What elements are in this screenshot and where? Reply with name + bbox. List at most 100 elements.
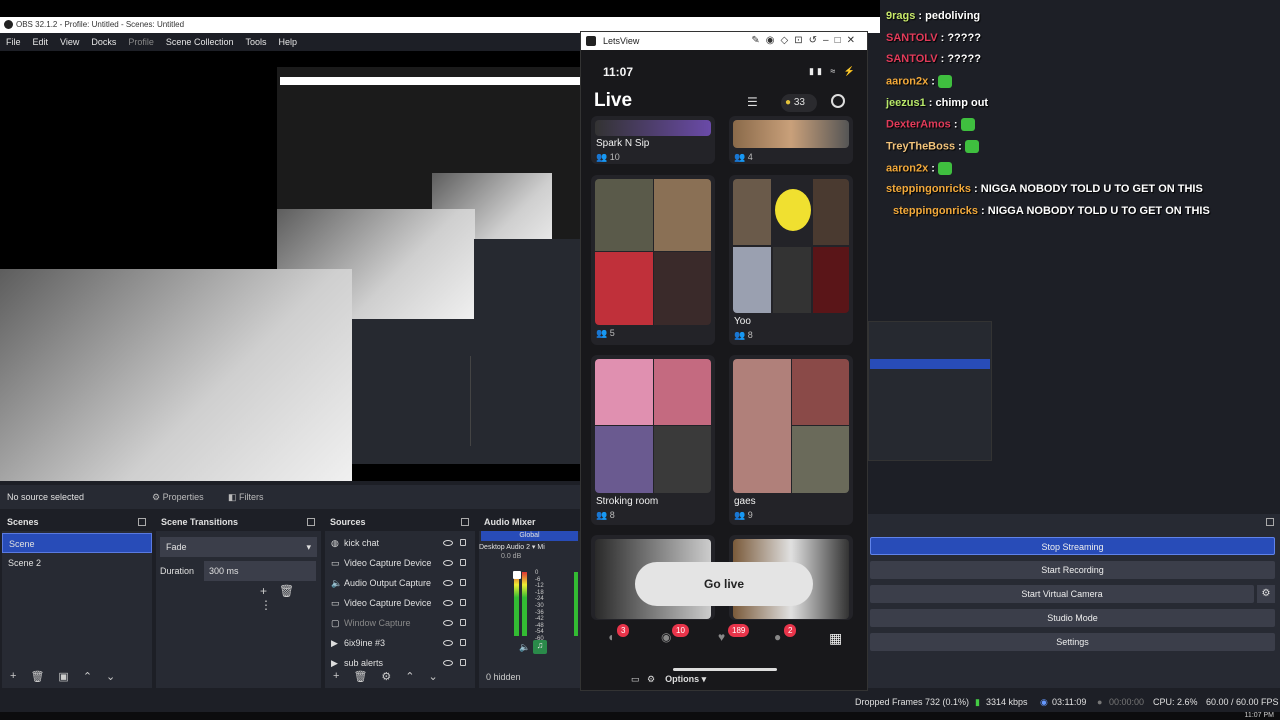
lock-icon[interactable]	[460, 639, 466, 646]
visibility-eye-icon[interactable]	[443, 560, 453, 566]
nav-live-icon[interactable]: ◖	[607, 630, 614, 644]
volume-slider[interactable]	[513, 571, 521, 579]
obs-preview[interactable]	[0, 51, 580, 481]
lock-icon[interactable]	[460, 659, 466, 666]
dock-float-icon[interactable]	[1266, 518, 1274, 526]
close-icon[interactable]: ✕	[847, 35, 861, 46]
dock-float-icon[interactable]	[138, 518, 146, 526]
down-icon[interactable]: ⌄	[106, 670, 115, 686]
filters-button[interactable]: ◧ Filters	[228, 485, 264, 509]
nav-heart-icon[interactable]: ♥	[718, 630, 725, 644]
coins-badge[interactable]: ● 33	[781, 94, 817, 112]
tile-viewers: 👥 8	[734, 330, 753, 340]
gear-icon[interactable]: ⚙	[647, 674, 655, 684]
source-item[interactable]: ▭ Video Capture Device	[325, 593, 475, 613]
mixer-tab-global[interactable]: Global	[481, 531, 578, 541]
visibility-eye-icon[interactable]	[443, 640, 453, 646]
rotate-icon[interactable]: ↺	[809, 35, 823, 46]
audio-mixer-dock: Audio Mixer Global Desktop Audio 2 ▾ Mi …	[479, 514, 580, 688]
profile-icon[interactable]	[831, 94, 845, 108]
record-icon[interactable]: ◉	[766, 35, 781, 46]
gear-icon[interactable]: ⚙	[381, 670, 391, 686]
speaker-icon[interactable]: 🔈	[519, 642, 530, 653]
live-tile[interactable]: Stroking room 👥 8	[591, 355, 715, 525]
lock-icon[interactable]	[460, 619, 466, 626]
nav-chat-icon[interactable]: ◉	[661, 630, 671, 644]
start-recording-button[interactable]: Start Recording	[870, 561, 1275, 579]
source-item[interactable]: ◍ kick chat	[325, 533, 475, 553]
duration-input[interactable]: 300 ms	[204, 561, 316, 581]
go-live-button[interactable]: Go live	[635, 562, 813, 606]
screen-icon[interactable]: ▭	[631, 674, 640, 684]
settings-button[interactable]: Settings	[870, 633, 1275, 651]
up-icon[interactable]: ⌃	[83, 670, 92, 686]
lock-icon[interactable]	[460, 599, 466, 606]
stop-streaming-button[interactable]: Stop Streaming	[870, 537, 1275, 555]
up-icon[interactable]: ⌃	[405, 670, 414, 686]
brush-icon[interactable]: ✎	[751, 35, 765, 46]
phone-status-icons: ▮▮ ≈ ⚡	[809, 66, 859, 76]
live-tile[interactable]: gaes 👥 9	[729, 355, 853, 525]
menu-scene-collection[interactable]: Scene Collection	[160, 33, 240, 51]
menu-tools[interactable]: Tools	[239, 33, 272, 51]
options-button[interactable]: Options ▾	[665, 674, 706, 684]
source-item[interactable]: ▶ 6ix9ine #3	[325, 633, 475, 653]
mixer-channels: Desktop Audio 2 ▾ Mi	[479, 544, 545, 551]
source-item[interactable]: ▢ Window Capture	[325, 613, 475, 633]
visibility-eye-icon[interactable]	[443, 620, 453, 626]
lock-icon[interactable]	[460, 579, 466, 586]
live-tile[interactable]: 👥 4	[729, 116, 853, 164]
visibility-eye-icon[interactable]	[443, 600, 453, 606]
menu-dots-icon[interactable]: ⋮	[260, 598, 284, 612]
top-strip	[0, 0, 880, 17]
mixer-channel-1: Desktop Audio 2	[479, 544, 530, 551]
dock-float-icon[interactable]	[461, 518, 469, 526]
start-virtual-camera-button[interactable]: Start Virtual Camera	[870, 585, 1254, 603]
chat-username: 9rags	[886, 10, 916, 22]
live-tile[interactable]: Spark N Sip 👥 10	[591, 116, 715, 164]
transition-select[interactable]: Fade ▾	[160, 537, 317, 557]
source-item[interactable]: ▭ Video Capture Device	[325, 553, 475, 573]
scene-item[interactable]: Scene 2	[2, 553, 152, 573]
tile-title: Yoo	[734, 316, 751, 327]
chat-username: DexterAmos	[886, 118, 951, 131]
menu-docks[interactable]: Docks	[85, 33, 122, 51]
crop-icon[interactable]: ⊡	[794, 35, 808, 46]
visibility-eye-icon[interactable]	[443, 660, 453, 666]
trash-icon[interactable]: 🗑	[30, 670, 44, 686]
dock-float-icon[interactable]	[307, 518, 315, 526]
properties-button[interactable]: ⚙ Properties	[152, 485, 204, 509]
gear-icon[interactable]: ⚙	[1257, 585, 1275, 603]
menu-profile[interactable]: Profile	[122, 33, 160, 51]
down-icon[interactable]: ⌄	[429, 670, 438, 686]
scene-item[interactable]: Scene	[2, 533, 152, 553]
add-icon[interactable]: +	[333, 670, 339, 686]
maximize-icon[interactable]: □	[835, 35, 847, 46]
record-icon: ●	[1097, 697, 1103, 707]
add-icon[interactable]: +	[260, 584, 279, 598]
lock-icon[interactable]	[460, 539, 466, 546]
menu-file[interactable]: File	[0, 33, 27, 51]
minimize-icon[interactable]: –	[823, 35, 835, 46]
source-label: Video Capture Device	[344, 558, 432, 568]
add-icon[interactable]: +	[10, 670, 16, 686]
live-tile[interactable]: 👥 5	[591, 175, 715, 345]
menu-help[interactable]: Help	[272, 33, 303, 51]
pin-icon[interactable]: ◇	[781, 35, 795, 46]
visibility-eye-icon[interactable]	[443, 580, 453, 586]
menu-edit[interactable]: Edit	[27, 33, 55, 51]
chat-username: steppingonricks	[886, 183, 971, 195]
lock-icon[interactable]	[460, 559, 466, 566]
visibility-eye-icon[interactable]	[443, 540, 453, 546]
trash-icon[interactable]: 🗑	[353, 670, 367, 686]
filter-icon[interactable]: ▣	[58, 670, 68, 686]
nav-grid-icon[interactable]: ▦	[829, 630, 842, 647]
menu-view[interactable]: View	[54, 33, 85, 51]
source-item[interactable]: 🔈 Audio Output Capture	[325, 573, 475, 593]
nav-people-icon[interactable]: ●	[774, 630, 781, 644]
trash-icon[interactable]: 🗑	[279, 584, 306, 598]
filter-sliders-icon[interactable]: ☰	[747, 95, 758, 109]
live-tile[interactable]: Yoo 👥 8	[729, 175, 853, 345]
studio-mode-button[interactable]: Studio Mode	[870, 609, 1275, 627]
headphones-icon[interactable]: ♫	[533, 640, 547, 654]
